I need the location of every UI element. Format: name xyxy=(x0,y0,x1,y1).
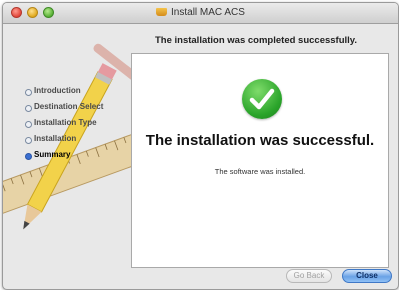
step-label: Destination Select xyxy=(34,102,104,111)
checkmark-icon xyxy=(242,79,282,119)
step-dot-icon xyxy=(25,137,32,144)
step-dot-icon xyxy=(25,89,32,96)
sidebar: Introduction Destination Select Installa… xyxy=(3,24,131,259)
step-label: Installation xyxy=(34,134,77,143)
success-message: The software was installed. xyxy=(214,167,306,176)
package-icon xyxy=(156,8,168,16)
go-back-button[interactable]: Go Back xyxy=(286,269,332,283)
step-dot-icon xyxy=(25,121,32,128)
window-title: Install MAC ACS xyxy=(171,7,245,18)
installer-window: Install MAC ACS The installation was com… xyxy=(2,2,399,290)
step-label: Installation Type xyxy=(34,118,97,127)
title-bar[interactable]: Install MAC ACS xyxy=(3,3,398,24)
step-dot-icon xyxy=(25,153,32,160)
step-dot-icon xyxy=(25,105,32,112)
content-panel: The installation was successful. The sof… xyxy=(131,53,389,268)
step-label: Introduction xyxy=(34,86,81,95)
step-label: Summary xyxy=(34,150,71,159)
window-title-wrap: Install MAC ACS xyxy=(3,3,398,23)
close-button[interactable]: Close xyxy=(342,269,392,283)
page-header: The installation was completed successfu… xyxy=(154,35,358,46)
success-title: The installation was successful. xyxy=(145,132,375,149)
